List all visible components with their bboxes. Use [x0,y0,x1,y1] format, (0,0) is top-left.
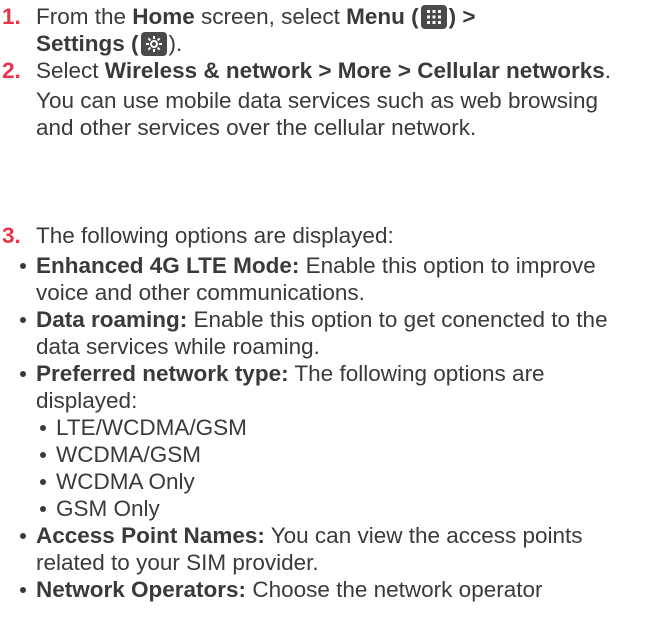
list-item: WCDMA/GSM [36,441,640,468]
list-item: Enhanced 4G LTE Mode: Enable this option… [16,252,640,306]
step-number: 2. [2,58,21,83]
apps-grid-icon [420,5,447,29]
step-2-text: Select Wireless & network > More > Cellu… [36,57,640,141]
list-item: Preferred network type: The following op… [16,360,640,522]
settings-label: Settings ( [36,31,139,56]
list-item: Network Operators: Choose the network op… [16,576,640,603]
step-2: 2. Select Wireless & network > More > Ce… [0,57,640,141]
network-type-sublist: LTE/WCDMA/GSM WCDMA/GSM WCDMA Only GSM O… [36,414,640,522]
step-1: 1. From the Home screen, select Menu () … [0,3,640,57]
gear-icon [140,32,167,56]
menu-label: Menu ( [346,4,419,29]
step-1-text: From the Home screen, select Menu () > S… [36,4,476,56]
menu-close: ) > [448,4,476,29]
list-item: Access Point Names: You can view the acc… [16,522,640,576]
list-item: GSM Only [36,495,640,522]
settings-path: Wireless & network > More > Cellular net… [104,58,605,83]
step-3-intro: The following options are displayed: [36,223,394,248]
step-3: 3. The following options are displayed: … [0,222,640,603]
settings-close: ). [168,31,183,56]
list-item: Data roaming: Enable this option to get … [16,306,640,360]
list-item: WCDMA Only [36,468,640,495]
step-2-note: You can use mobile data services such as… [36,88,598,140]
instructions-page: 1. From the Home screen, select Menu () … [0,0,650,637]
step-number: 3. [2,223,21,248]
home-label: Home [132,4,195,29]
options-list: Enhanced 4G LTE Mode: Enable this option… [16,252,640,603]
list-item: LTE/WCDMA/GSM [36,414,640,441]
step-number: 1. [2,4,21,29]
